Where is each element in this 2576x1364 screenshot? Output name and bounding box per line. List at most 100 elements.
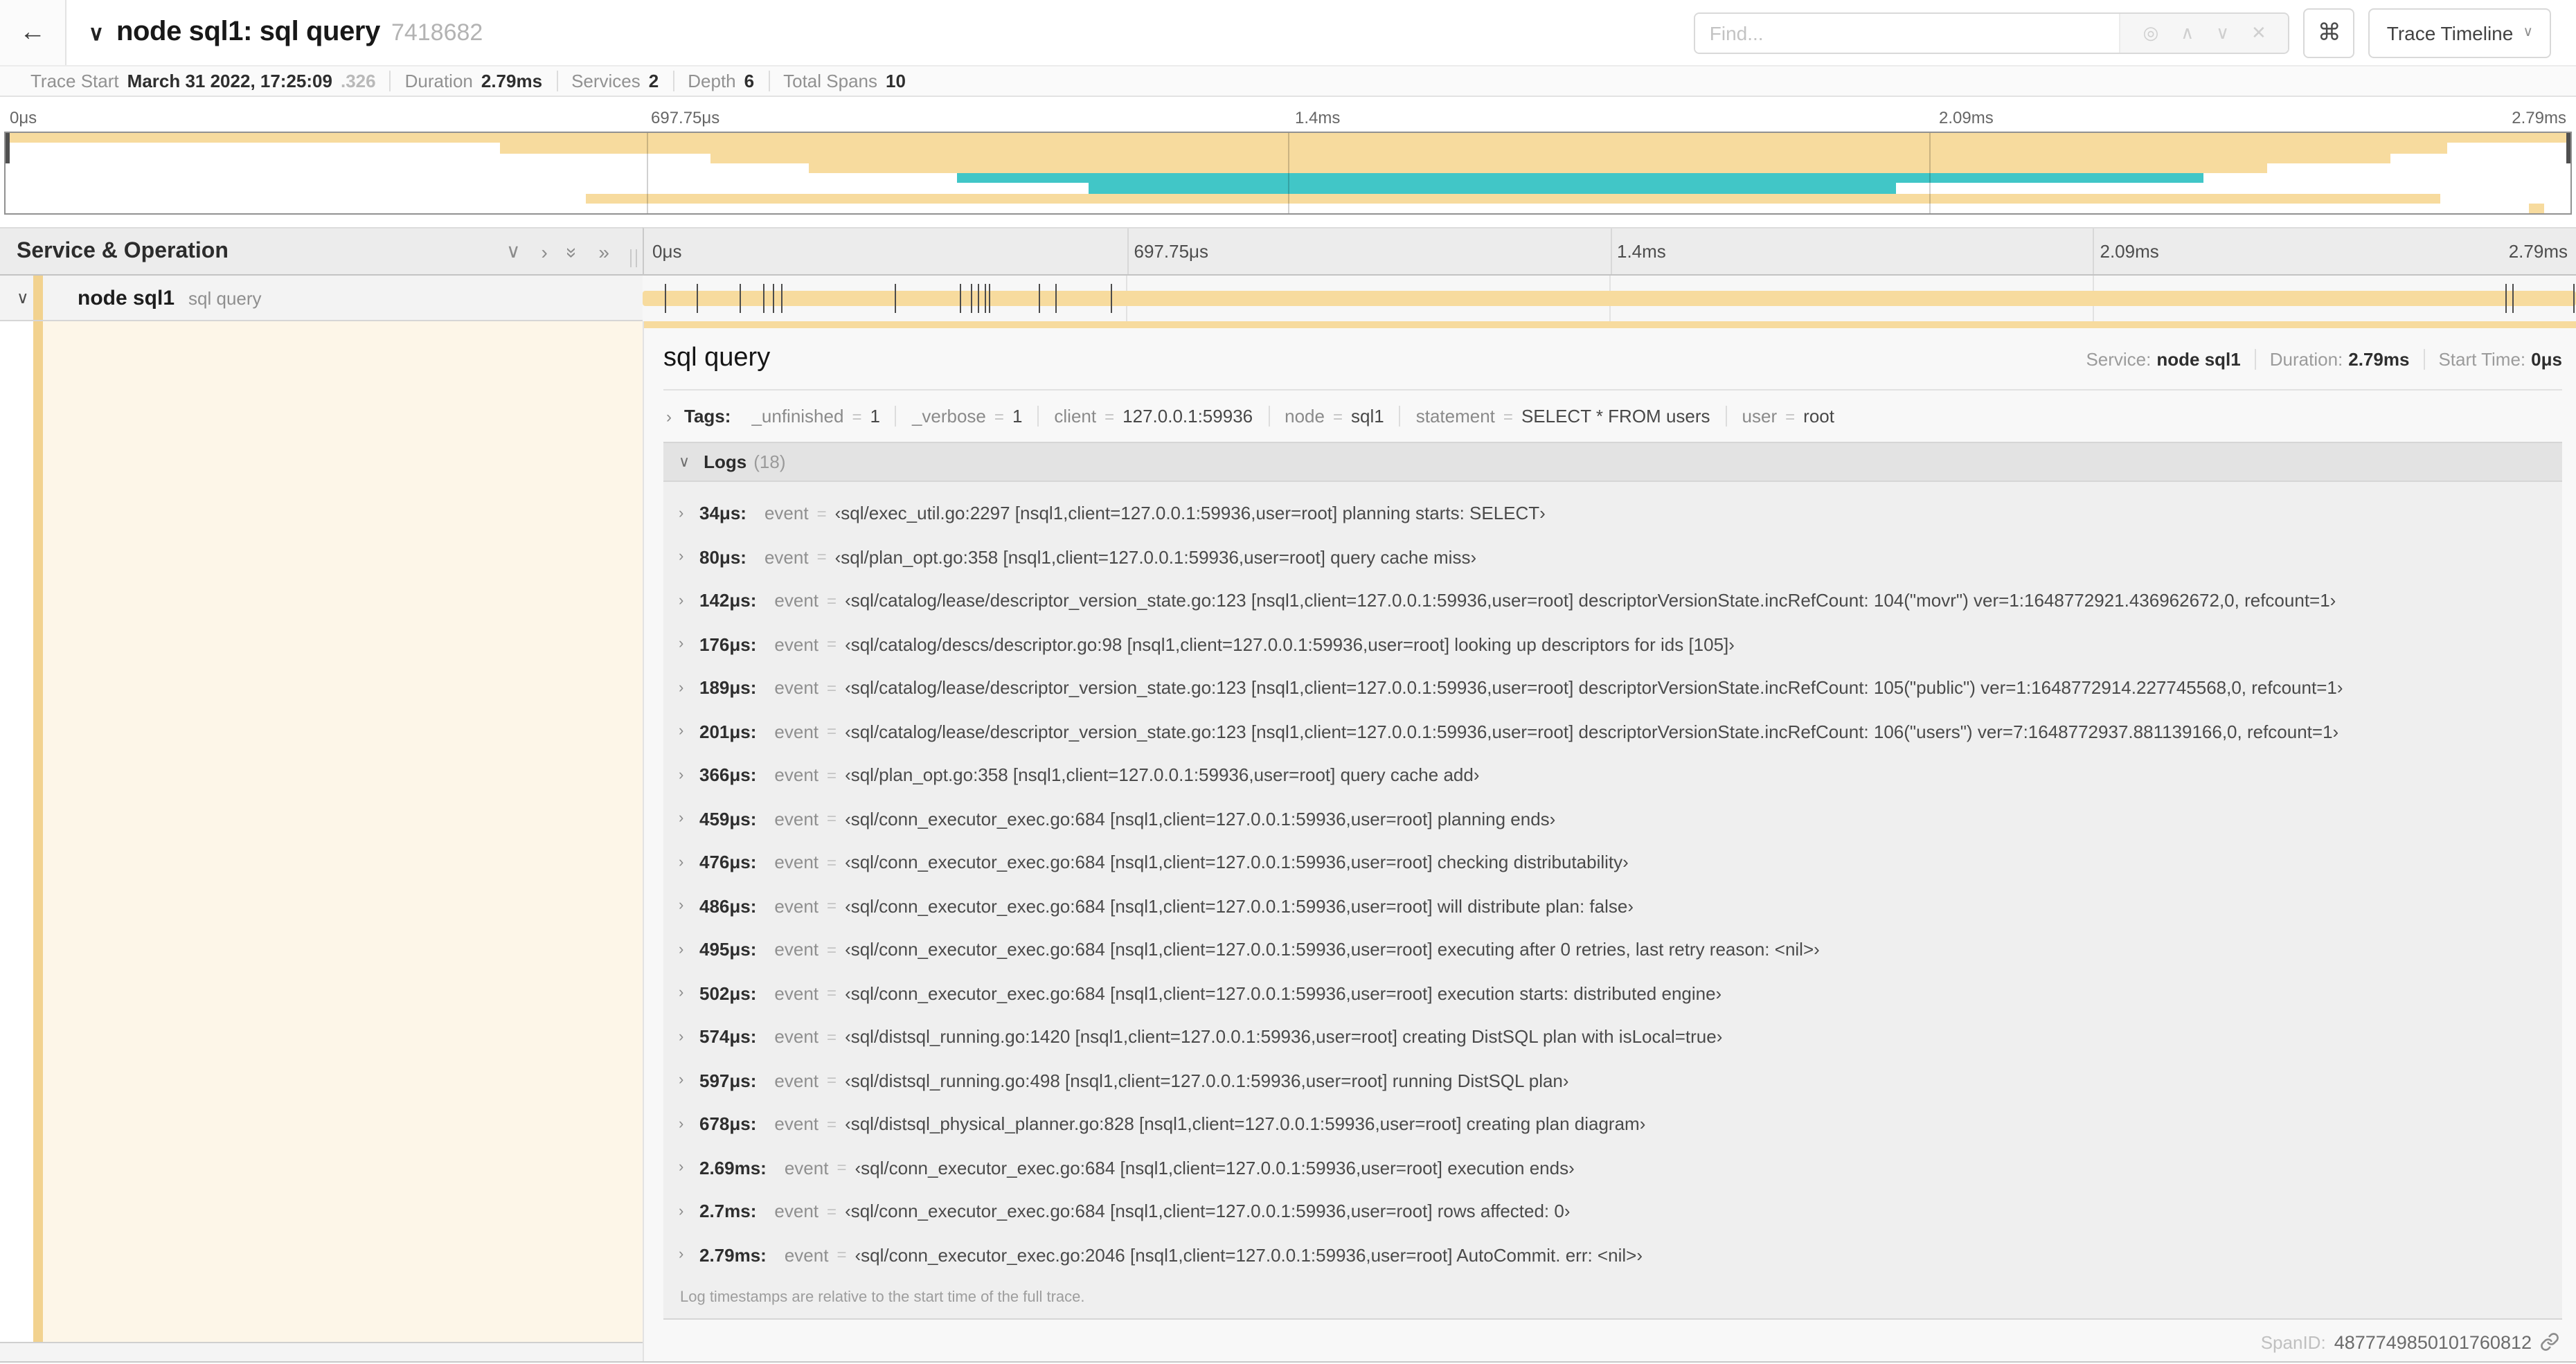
- log-expand-chevron-icon[interactable]: ›: [679, 1160, 699, 1176]
- log-expand-chevron-icon[interactable]: ›: [679, 1029, 699, 1046]
- tag[interactable]: node = sql1: [1268, 406, 1399, 427]
- span-log-marker[interactable]: [665, 284, 667, 313]
- tag[interactable]: _unfinished = 1: [736, 406, 895, 427]
- span-collapse-chevron-icon[interactable]: ∨: [17, 288, 29, 307]
- logs-list: › 34μs: event = ‹sql/exec_util.go:2297 [nsql…: [663, 482, 2562, 1277]
- minimap-left-scrubber-handle[interactable]: [6, 133, 10, 163]
- tag[interactable]: statement = SELECT * FROM users: [1399, 406, 1726, 427]
- tags-row[interactable]: › Tags: _unfinished = 1 _verbose = 1 client = 12…: [663, 391, 2562, 442]
- log-entry[interactable]: › 495μs: event = ‹sql/conn_executor_exec.go:…: [663, 928, 2562, 971]
- log-entry[interactable]: › 2.69ms: event = ‹sql/conn_executor_exec.go…: [663, 1146, 2562, 1190]
- span-log-marker[interactable]: [1055, 284, 1057, 313]
- span-log-marker[interactable]: [697, 284, 699, 313]
- log-expand-chevron-icon[interactable]: ›: [679, 1073, 699, 1089]
- log-entry[interactable]: › 476μs: event = ‹sql/conn_executor_exec.go:…: [663, 841, 2562, 884]
- log-expand-chevron-icon[interactable]: ›: [679, 811, 699, 827]
- span-log-marker[interactable]: [740, 284, 742, 313]
- log-expand-chevron-icon[interactable]: ›: [679, 505, 699, 522]
- column-resize-grip[interactable]: [630, 249, 637, 267]
- logs-header[interactable]: ∨ Logs (18): [663, 443, 2562, 482]
- span-log-marker[interactable]: [2512, 284, 2514, 313]
- keyboard-shortcuts-button[interactable]: ⌘: [2303, 8, 2355, 57]
- tag-value: 1: [1012, 406, 1023, 427]
- log-entry[interactable]: › 80μs: event = ‹sql/plan_opt.go:358 [nsql1,…: [663, 535, 2562, 579]
- log-expand-chevron-icon[interactable]: ›: [679, 1116, 699, 1133]
- span-log-marker[interactable]: [984, 284, 986, 313]
- clear-find-icon[interactable]: ✕: [2251, 21, 2266, 44]
- log-entry[interactable]: › 459μs: event = ‹sql/conn_executor_exec.go:…: [663, 797, 2562, 841]
- tag-key: node: [1285, 406, 1325, 427]
- log-expand-chevron-icon[interactable]: ›: [679, 636, 699, 653]
- log-entry[interactable]: › 2.7ms: event = ‹sql/conn_executor_exec.go:…: [663, 1190, 2562, 1233]
- log-entry[interactable]: › 176μs: event = ‹sql/catalog/descs/descript…: [663, 622, 2562, 666]
- minimap-canvas[interactable]: [4, 132, 2572, 215]
- minimap-right-scrubber-handle[interactable]: [2566, 133, 2570, 163]
- trace-title-chevron-icon[interactable]: ∨: [89, 20, 104, 45]
- log-timestamp: 80μs:: [699, 546, 746, 568]
- log-entry[interactable]: › 201μs: event = ‹sql/catalog/lease/descript…: [663, 710, 2562, 753]
- log-entry[interactable]: › 574μs: event = ‹sql/distsql_running.go:142…: [663, 1015, 2562, 1059]
- span-log-marker[interactable]: [989, 284, 991, 313]
- log-entry[interactable]: › 597μs: event = ‹sql/distsql_running.go:498…: [663, 1059, 2562, 1102]
- span-name-cell[interactable]: ∨ node sql1 sql query: [0, 276, 643, 321]
- logs-collapse-chevron-icon[interactable]: ∨: [679, 453, 690, 471]
- log-entry[interactable]: › 142μs: event = ‹sql/catalog/lease/descript…: [663, 579, 2562, 622]
- view-selector-button[interactable]: Trace Timeline ∨: [2368, 8, 2551, 57]
- deep-link-icon[interactable]: [2540, 1332, 2559, 1352]
- prev-match-icon[interactable]: ∧: [2181, 21, 2194, 44]
- log-entry[interactable]: › 678μs: event = ‹sql/distsql_physical_plann…: [663, 1102, 2562, 1146]
- span-log-marker[interactable]: [971, 284, 973, 313]
- span-log-marker[interactable]: [763, 284, 765, 313]
- span-log-marker[interactable]: [1111, 284, 1113, 313]
- span-log-marker[interactable]: [895, 284, 897, 313]
- log-entry[interactable]: › 189μs: event = ‹sql/catalog/lease/descript…: [663, 666, 2562, 710]
- span-log-marker[interactable]: [2573, 284, 2575, 313]
- log-expand-chevron-icon[interactable]: ›: [679, 942, 699, 958]
- expand-all-icon[interactable]: »: [598, 240, 609, 262]
- log-value: ‹sql/conn_executor_exec.go:2046 [nsql1,c…: [855, 1244, 1643, 1266]
- back-button[interactable]: ←: [0, 0, 66, 65]
- next-match-icon[interactable]: ∨: [2216, 21, 2229, 44]
- detail-service-pair: Service: node sql1: [2072, 348, 2254, 369]
- log-expand-chevron-icon[interactable]: ›: [679, 1247, 699, 1264]
- tags-expand-chevron-icon[interactable]: ›: [666, 406, 672, 426]
- find-input[interactable]: [1695, 13, 2120, 52]
- log-expand-chevron-icon[interactable]: ›: [679, 724, 699, 740]
- span-duration-bar[interactable]: [643, 291, 2576, 306]
- tag[interactable]: _verbose = 1: [895, 406, 1037, 427]
- log-expand-chevron-icon[interactable]: ›: [679, 593, 699, 609]
- log-value: ‹sql/conn_executor_exec.go:684 [nsql1,cl…: [845, 852, 1629, 873]
- log-entry[interactable]: › 2.79ms: event = ‹sql/conn_executor_exec.go…: [663, 1233, 2562, 1277]
- span-service-name: node sql1: [78, 286, 175, 309]
- span-log-marker[interactable]: [780, 284, 782, 313]
- tag[interactable]: user = root: [1725, 406, 1850, 427]
- log-expand-chevron-icon[interactable]: ›: [679, 680, 699, 697]
- span-log-marker[interactable]: [772, 284, 773, 313]
- summary-value: 10: [886, 71, 906, 91]
- log-expand-chevron-icon[interactable]: ›: [679, 1203, 699, 1220]
- collapse-all-icon[interactable]: »: [562, 246, 584, 256]
- log-entry[interactable]: › 34μs: event = ‹sql/exec_util.go:2297 [nsql…: [663, 492, 2562, 535]
- log-expand-chevron-icon[interactable]: ›: [679, 549, 699, 566]
- log-key: event: [784, 1157, 829, 1178]
- log-expand-chevron-icon[interactable]: ›: [679, 985, 699, 1002]
- locate-match-icon[interactable]: ◎: [2143, 21, 2159, 44]
- expand-one-level-icon[interactable]: ›: [541, 240, 547, 262]
- log-value: ‹sql/conn_executor_exec.go:684 [nsql1,cl…: [845, 808, 1556, 829]
- tag-value: sql1: [1351, 406, 1384, 427]
- log-entry[interactable]: › 486μs: event = ‹sql/conn_executor_exec.go:…: [663, 884, 2562, 928]
- span-log-marker[interactable]: [959, 284, 961, 313]
- span-log-marker[interactable]: [1039, 284, 1041, 313]
- log-entry[interactable]: › 502μs: event = ‹sql/conn_executor_exec.go:…: [663, 971, 2562, 1015]
- log-expand-chevron-icon[interactable]: ›: [679, 854, 699, 871]
- span-bar-cell[interactable]: [643, 276, 2576, 321]
- log-expand-chevron-icon[interactable]: ›: [679, 767, 699, 784]
- tag[interactable]: client = 127.0.0.1:59936: [1037, 406, 1268, 427]
- log-expand-chevron-icon[interactable]: ›: [679, 898, 699, 915]
- collapse-one-level-icon[interactable]: ∨: [506, 240, 521, 263]
- log-value: ‹sql/plan_opt.go:358 [nsql1,client=127.0…: [834, 546, 1477, 568]
- log-timestamp: 459μs:: [699, 808, 757, 829]
- log-entry[interactable]: › 366μs: event = ‹sql/plan_opt.go:358 [nsql1…: [663, 753, 2562, 797]
- span-log-marker[interactable]: [2505, 284, 2507, 313]
- span-log-marker[interactable]: [978, 284, 980, 313]
